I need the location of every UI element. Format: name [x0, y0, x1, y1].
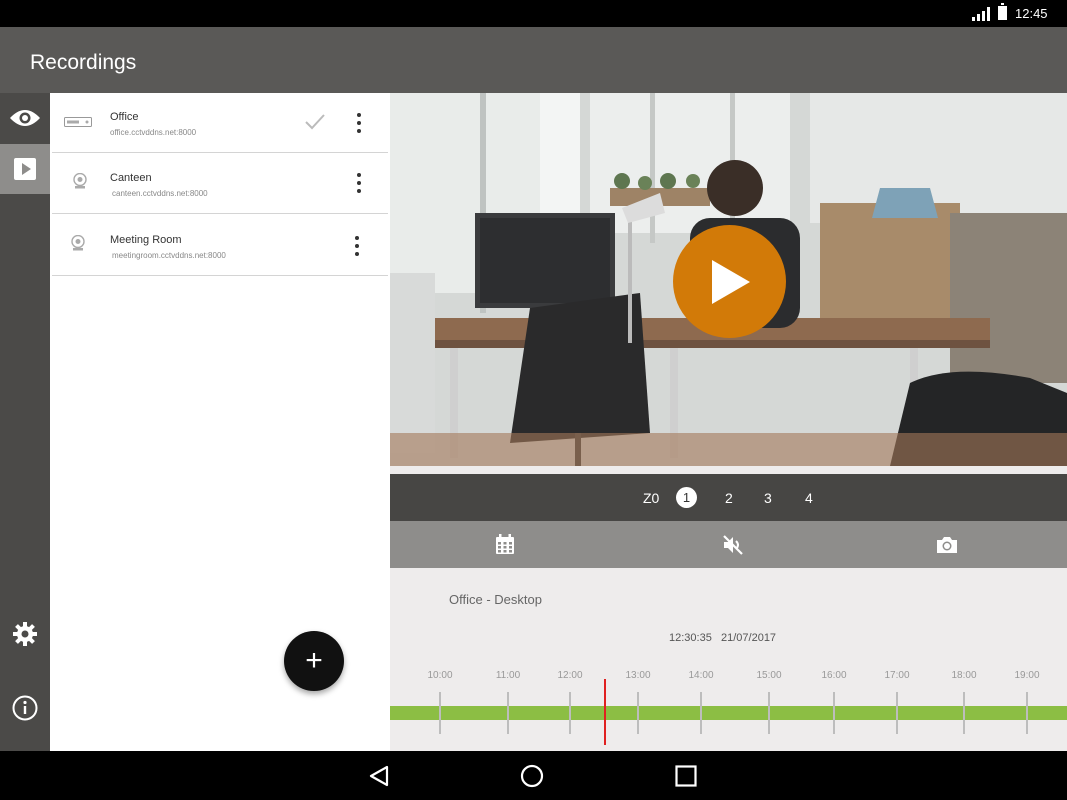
hour-tick — [833, 692, 835, 734]
hour-tick — [896, 692, 898, 734]
check-icon — [305, 114, 325, 130]
app-root: 12:45 Recordings Office office.cctvddns.… — [0, 0, 1067, 800]
info-icon — [12, 695, 38, 721]
hour-tick — [963, 692, 965, 734]
calendar-icon[interactable] — [493, 533, 517, 557]
nav-recordings[interactable] — [0, 144, 50, 194]
hour-label: 14:00 — [688, 670, 714, 681]
device-address: canteen.cctvddns.net:8000 — [112, 189, 208, 198]
zoom-level-3[interactable]: 3 — [764, 490, 772, 506]
hour-label: 18:00 — [951, 670, 977, 681]
hour-label: 10:00 — [427, 670, 453, 681]
status-bar: 12:45 — [0, 0, 1067, 27]
add-device-button[interactable]: + — [284, 631, 344, 691]
hour-label: 17:00 — [884, 670, 910, 681]
hour-label: 12:00 — [557, 670, 583, 681]
page-title: Recordings — [30, 51, 137, 74]
dvr-icon — [64, 117, 92, 127]
recents-icon[interactable] — [675, 765, 697, 787]
more-vert-icon[interactable] — [350, 234, 364, 258]
nav-info[interactable] — [0, 683, 50, 733]
gear-icon — [13, 622, 37, 646]
play-square-icon — [14, 158, 36, 180]
webcam-icon — [73, 173, 87, 189]
zoom-level-z0[interactable]: Z0 — [643, 490, 659, 506]
playback-actions — [390, 521, 1067, 568]
list-item-meeting-room[interactable]: Meeting Room meetingroom.cctvddns.net:80… — [52, 214, 388, 276]
list-item-canteen[interactable]: Canteen canteen.cctvddns.net:8000 — [52, 153, 388, 214]
device-name: Office — [110, 111, 139, 123]
app-bar: Recordings — [0, 27, 1067, 93]
camera-name: Office - Desktop — [449, 592, 542, 607]
playback-timestamp: 12:30:35 21/07/2017 — [669, 632, 776, 644]
camera-icon[interactable] — [935, 533, 959, 557]
status-clock: 12:45 — [1015, 6, 1048, 21]
home-icon[interactable] — [520, 764, 544, 788]
playback-date: 21/07/2017 — [721, 632, 777, 644]
zoom-level-1[interactable]: 1 — [676, 487, 697, 508]
play-icon — [711, 259, 750, 304]
hour-tick — [439, 692, 441, 734]
device-address: office.cctvddns.net:8000 — [110, 128, 197, 137]
hour-tick — [1026, 692, 1028, 734]
hour-tick — [637, 692, 639, 734]
list-item-office[interactable]: Office office.cctvddns.net:8000 — [52, 93, 388, 153]
nav-rail — [0, 93, 50, 751]
hour-label: 19:00 — [1014, 670, 1040, 681]
timeline-panel: Office - Desktop 12:30:35 21/07/2017 10:… — [390, 568, 1067, 751]
zoom-level-4[interactable]: 4 — [805, 490, 813, 506]
battery-icon — [998, 3, 1007, 20]
zoom-selector: Z0 1 2 3 4 — [390, 474, 1067, 521]
eye-icon — [10, 110, 40, 126]
nav-live-view[interactable] — [0, 93, 50, 143]
webcam-icon — [71, 235, 85, 251]
system-nav-bar — [0, 751, 1067, 800]
mute-icon[interactable] — [721, 533, 745, 557]
hour-tick — [507, 692, 509, 734]
hour-label: 16:00 — [821, 670, 847, 681]
hour-label: 15:00 — [756, 670, 782, 681]
device-name: Canteen — [110, 172, 152, 184]
device-address: meetingroom.cctvddns.net:8000 — [112, 251, 226, 260]
zoom-level-2[interactable]: 2 — [725, 490, 733, 506]
hour-label: 13:00 — [625, 670, 651, 681]
add-icon: + — [305, 644, 323, 677]
playhead-cursor[interactable] — [604, 679, 606, 745]
device-name: Meeting Room — [110, 234, 182, 246]
device-list: Office office.cctvddns.net:8000 Canteen … — [50, 93, 390, 751]
hour-tick — [700, 692, 702, 734]
more-vert-icon[interactable] — [352, 171, 366, 195]
back-icon[interactable] — [368, 765, 390, 787]
hour-tick — [768, 692, 770, 734]
more-vert-icon[interactable] — [352, 111, 366, 135]
nav-settings[interactable] — [0, 609, 50, 659]
signal-icon — [972, 7, 990, 21]
hour-tick — [569, 692, 571, 734]
hour-label: 11:00 — [495, 670, 521, 681]
play-button[interactable] — [673, 225, 786, 338]
recording-bar[interactable] — [390, 706, 1067, 720]
playback-time: 12:30:35 — [669, 632, 712, 644]
